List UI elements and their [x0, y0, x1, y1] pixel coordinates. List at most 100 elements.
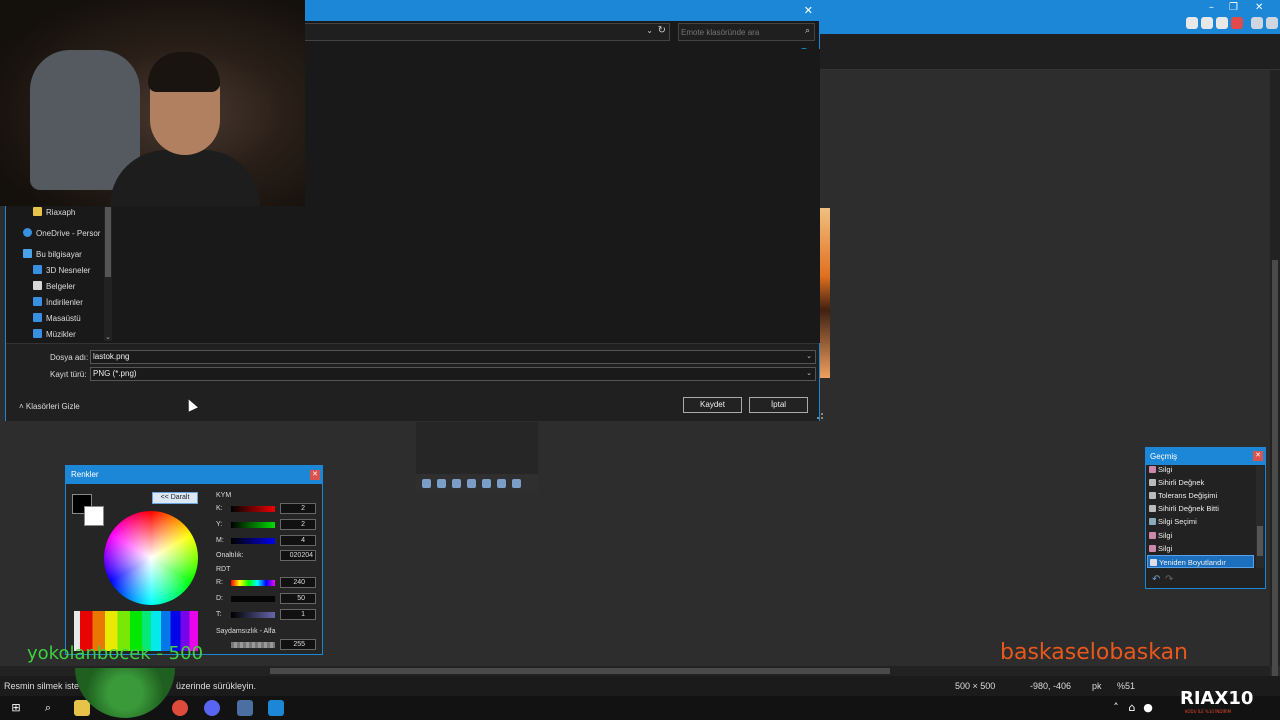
blue-label: M: [216, 537, 224, 544]
cancel-button[interactable]: İptal [749, 397, 808, 413]
green-slider[interactable] [231, 522, 275, 528]
history-item[interactable]: Silgi [1147, 529, 1254, 542]
history-icon[interactable] [1201, 17, 1213, 29]
move-down-icon[interactable] [497, 479, 506, 488]
hex-value[interactable]: 020204 [280, 550, 316, 561]
secondary-color-swatch[interactable] [84, 506, 104, 526]
chevron-down-icon[interactable]: ⌄ [104, 333, 112, 341]
windows-start-icon[interactable]: ⊞ [8, 700, 24, 716]
alpha-slider[interactable] [231, 642, 275, 648]
history-item[interactable]: Sihirli Değnek Bitti [1147, 502, 1254, 515]
chrome-icon[interactable] [172, 700, 188, 716]
chevron-down-icon[interactable]: ⌄ [806, 368, 812, 380]
move-up-icon[interactable] [482, 479, 491, 488]
history-item-label: Yeniden Boyutlandır [1159, 558, 1226, 567]
red-value[interactable]: 2 [280, 503, 316, 514]
unit-select[interactable]: pk [1092, 681, 1102, 691]
gear-icon[interactable] [1251, 17, 1263, 29]
horizontal-scrollbar[interactable] [0, 666, 1270, 676]
save-button[interactable]: Kaydet [683, 397, 742, 413]
nav-item-music[interactable]: Müzikler [33, 329, 76, 343]
history-item[interactable]: Silgi [1147, 542, 1254, 555]
help-icon[interactable] [1266, 17, 1278, 29]
app-icon[interactable] [237, 700, 253, 716]
chevron-down-icon[interactable]: ⌄ [806, 351, 812, 363]
nav-item-onedrive[interactable]: OneDrive - Persor [23, 228, 100, 242]
merge-layer-icon[interactable] [467, 479, 476, 488]
green-value[interactable]: 2 [280, 519, 316, 530]
history-scrollbar[interactable] [1256, 466, 1264, 568]
value-value[interactable]: 1 [280, 609, 316, 620]
search-input[interactable] [681, 25, 793, 39]
close-icon[interactable]: ✕ [1255, 2, 1263, 13]
history-item[interactable]: Sihirli Değnek [1147, 476, 1254, 489]
network-icon[interactable]: ⌂ [1124, 700, 1140, 716]
magic-wand-icon [1149, 492, 1156, 499]
color-wheel[interactable] [104, 511, 198, 605]
desktop-icon [33, 313, 42, 322]
eraser-icon [1149, 532, 1156, 539]
tools-icon[interactable] [1186, 17, 1198, 29]
undo-icon[interactable]: ↶ [1152, 574, 1160, 585]
colors-panel: Renkler ✕ << Daralt KYM K: 2 Y: 2 M: 4 On… [65, 465, 323, 655]
microphone-icon[interactable]: ● [1140, 700, 1156, 716]
nav-item-riaxaph[interactable]: Riaxaph [33, 207, 75, 221]
close-icon[interactable]: ✕ [310, 470, 320, 480]
paint-net-icon[interactable] [268, 700, 284, 716]
saturation-slider[interactable] [231, 596, 275, 602]
computer-icon [23, 249, 32, 258]
red-slider[interactable] [231, 506, 275, 512]
maximize-icon[interactable]: ❐ [1229, 2, 1238, 13]
nav-item-desktop[interactable]: Masaüstü [33, 313, 81, 327]
vertical-scrollbar[interactable] [1270, 70, 1280, 680]
layers-icon[interactable] [1216, 17, 1228, 29]
history-item-label: Sihirli Değnek Bitti [1158, 504, 1219, 513]
delete-layer-icon[interactable] [437, 479, 446, 488]
hue-value[interactable]: 240 [280, 577, 316, 588]
colors-icon[interactable] [1231, 17, 1243, 29]
nav-scrollbar[interactable]: ⌄ [104, 207, 112, 341]
history-item[interactable]: Tolerans Değişimi [1147, 489, 1254, 502]
search-box[interactable]: ⌕ [678, 23, 815, 41]
collapse-button[interactable]: << Daralt [152, 492, 198, 504]
nav-item-this-pc[interactable]: Bu bilgisayar [23, 249, 82, 263]
redo-icon[interactable]: ↷ [1165, 574, 1173, 585]
nav-item-downloads[interactable]: İndirilenler [33, 297, 83, 311]
saturation-value[interactable]: 50 [280, 593, 316, 604]
value-label: T: [216, 611, 222, 618]
value-slider[interactable] [231, 612, 275, 618]
chevron-down-icon[interactable]: ⌄ [646, 26, 653, 35]
history-item-selected[interactable]: Yeniden Boyutlandır [1147, 555, 1254, 568]
add-layer-icon[interactable] [422, 479, 431, 488]
nav-item-documents[interactable]: Belgeler [33, 281, 75, 295]
hue-label: R: [216, 579, 223, 586]
alpha-label: Saydamsızlık - Alfa [216, 628, 276, 635]
properties-icon[interactable] [512, 479, 521, 488]
history-item[interactable]: Silgi [1147, 463, 1254, 476]
tray-chevron-icon[interactable]: ˄ [1108, 700, 1124, 716]
minimize-icon[interactable]: – [1209, 2, 1214, 13]
blue-slider[interactable] [231, 538, 275, 544]
close-icon[interactable]: ✕ [804, 4, 813, 17]
colors-title: Renkler [71, 470, 99, 479]
search-icon[interactable]: ⌕ [40, 700, 56, 716]
filetype-select[interactable]: PNG (*.png) ⌄ [90, 367, 816, 381]
hue-slider[interactable] [231, 580, 275, 586]
sponsor-logo: RIAX10 [1180, 688, 1254, 709]
resize-grip[interactable] [817, 413, 823, 419]
alpha-value[interactable]: 255 [280, 639, 316, 650]
cloud-icon [23, 228, 32, 237]
nav-item-3d-objects[interactable]: 3D Nesneler [33, 265, 90, 279]
discord-icon[interactable] [204, 700, 220, 716]
nav-item-label: Belgeler [46, 282, 76, 291]
blue-value[interactable]: 4 [280, 535, 316, 546]
close-icon[interactable]: ✕ [1253, 451, 1263, 461]
duplicate-layer-icon[interactable] [452, 479, 461, 488]
filename-value: lastok.png [93, 352, 130, 361]
filename-field[interactable]: lastok.png ⌄ [90, 350, 816, 364]
hide-folders-toggle[interactable]: ˄ Klasörleri Gizle [19, 402, 80, 411]
refresh-icon[interactable]: ↻ [658, 25, 666, 36]
history-item[interactable]: Silgi Seçimi [1147, 515, 1254, 528]
zoom-level[interactable]: %51 [1117, 681, 1135, 691]
file-explorer-icon[interactable] [74, 700, 90, 716]
